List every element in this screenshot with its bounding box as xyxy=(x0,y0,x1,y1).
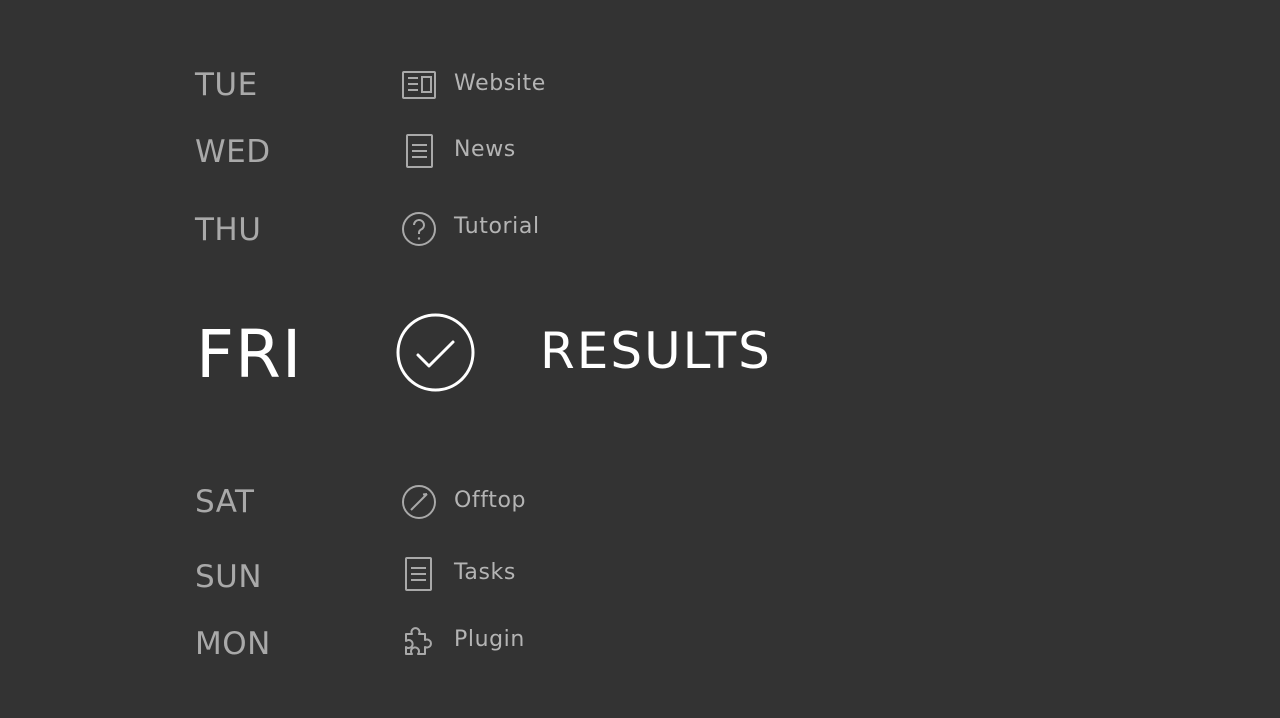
weekly-schedule: TUE Website WED News THU Tutorial FRI RE… xyxy=(0,0,1280,718)
day-label: THU xyxy=(195,212,262,248)
document-icon xyxy=(401,133,437,169)
topic-label: News xyxy=(454,137,516,162)
day-label: FRI xyxy=(196,316,303,393)
day-label: MON xyxy=(195,626,271,662)
topic-label: Offtop xyxy=(454,488,527,513)
document-icon xyxy=(401,556,437,592)
day-label: WED xyxy=(195,134,271,170)
topic-label: Tutorial xyxy=(454,214,540,239)
compass-icon xyxy=(401,484,437,520)
website-icon xyxy=(401,67,437,103)
topic-label: Plugin xyxy=(454,627,525,652)
question-icon xyxy=(401,211,437,247)
topic-label: Website xyxy=(454,71,546,96)
topic-label: Tasks xyxy=(454,560,516,585)
topic-label: RESULTS xyxy=(540,322,772,380)
check-circle-icon xyxy=(395,312,476,393)
puzzle-icon xyxy=(401,622,437,658)
day-label: TUE xyxy=(195,67,258,103)
day-label: SAT xyxy=(195,484,255,520)
day-label: SUN xyxy=(195,559,263,595)
